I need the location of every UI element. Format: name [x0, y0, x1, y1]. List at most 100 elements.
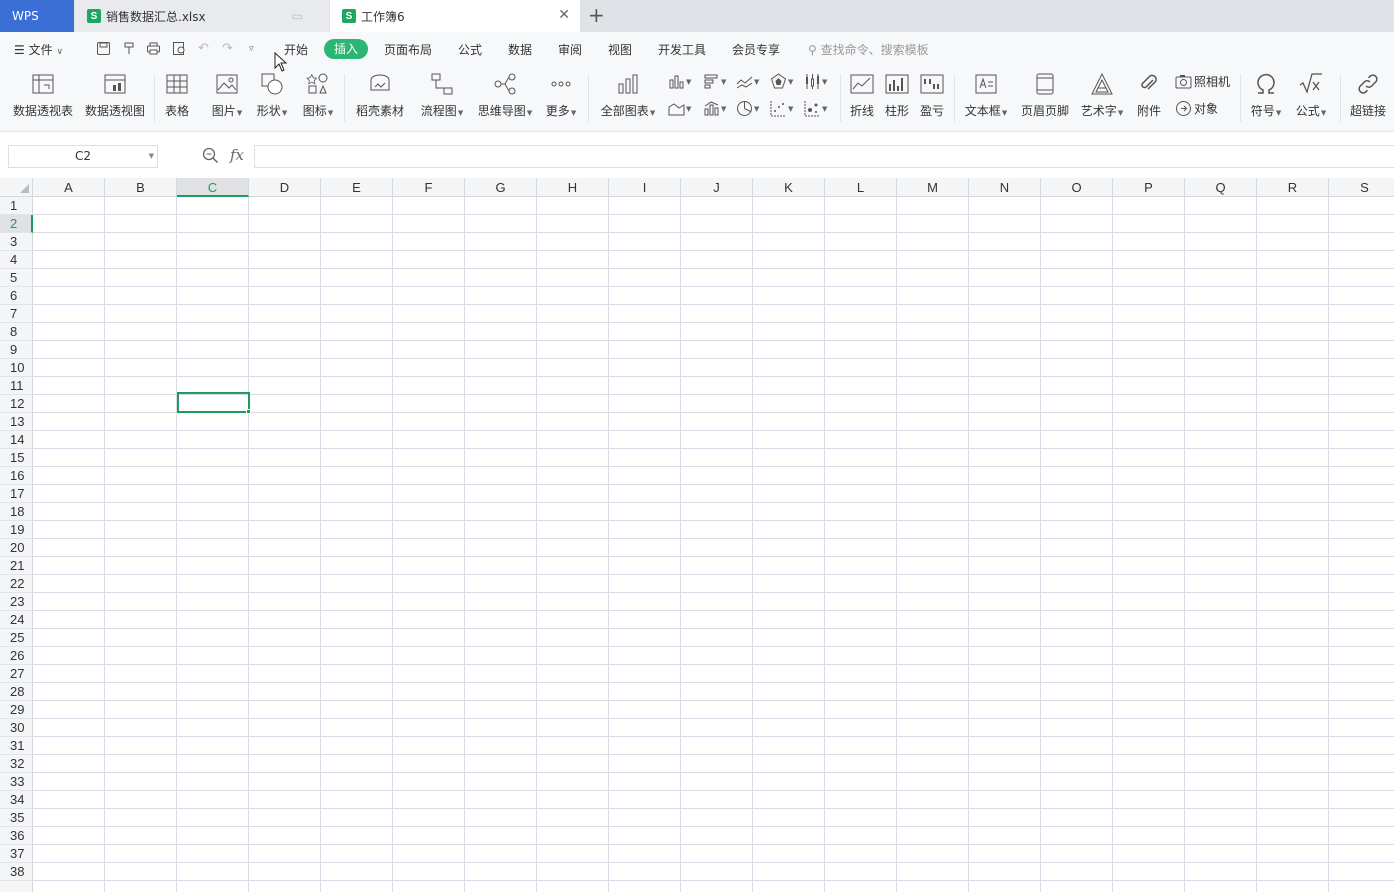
tab-sales-summary[interactable]: S 销售数据汇总.xlsx ▭ — [75, 0, 329, 32]
row-header-9[interactable]: 9 — [0, 341, 33, 359]
close-icon[interactable]: ✕ — [558, 7, 570, 23]
tab-workbook6[interactable]: S 工作簿6 ✕ — [330, 0, 580, 32]
column-chart-button[interactable]: ▼ — [668, 73, 691, 90]
menu-insert[interactable]: 插入 — [324, 39, 368, 59]
menu-page-layout[interactable]: 页面布局 — [384, 41, 432, 58]
column-header-J[interactable]: J — [681, 178, 753, 197]
materials-button[interactable]: 稻壳素材 — [354, 66, 406, 126]
row-header-4[interactable]: 4 — [0, 251, 33, 269]
row-header-3[interactable]: 3 — [0, 233, 33, 251]
area-chart-button[interactable]: ▼ — [668, 100, 691, 117]
save-icon[interactable] — [96, 41, 111, 60]
pivot-table-button[interactable]: 数据透视表 — [12, 66, 74, 126]
menu-member[interactable]: 会员专享 — [732, 41, 780, 58]
mindmap-button[interactable]: 思维导图▼ — [475, 66, 535, 126]
icon-button[interactable]: 图标▼ — [298, 66, 338, 126]
customize-toolbar-icon[interactable]: ▿ — [249, 44, 254, 54]
all-charts-button[interactable]: 全部图表▼ — [598, 66, 658, 126]
column-header-R[interactable]: R — [1257, 178, 1329, 197]
row-header-32[interactable]: 32 — [0, 755, 33, 773]
menu-review[interactable]: 审阅 — [558, 41, 582, 58]
scatter-chart-button[interactable]: ▼ — [770, 100, 793, 117]
combo-chart-button[interactable]: ▼ — [703, 100, 726, 117]
row-header-27[interactable]: 27 — [0, 665, 33, 683]
table-button[interactable]: 表格 — [163, 66, 191, 126]
file-menu[interactable]: ☰ 文件 ∨ — [14, 41, 63, 58]
column-header-O[interactable]: O — [1041, 178, 1113, 197]
column-header-G[interactable]: G — [465, 178, 537, 197]
row-header-37[interactable]: 37 — [0, 845, 33, 863]
insert-function-icon[interactable]: fx — [230, 146, 244, 164]
column-header-S[interactable]: S — [1329, 178, 1394, 197]
stock-chart-button[interactable]: ▼ — [804, 73, 827, 90]
column-header-A[interactable]: A — [33, 178, 105, 197]
column-header-D[interactable]: D — [249, 178, 321, 197]
tab-wps-home[interactable]: WPS — [0, 0, 74, 32]
flowchart-button[interactable]: 流程图▼ — [418, 66, 466, 126]
formula-input[interactable] — [254, 145, 1394, 168]
radar-chart-button[interactable]: ▼ — [770, 73, 793, 90]
column-header-Q[interactable]: Q — [1185, 178, 1257, 197]
row-header-29[interactable]: 29 — [0, 701, 33, 719]
wordart-button[interactable]: 艺术字▼ — [1078, 66, 1126, 126]
name-box[interactable]: C2 ▼ — [8, 145, 158, 168]
new-tab-button[interactable]: + — [588, 3, 605, 27]
pie-chart-button[interactable]: ▼ — [736, 100, 759, 117]
column-header-B[interactable]: B — [105, 178, 177, 197]
undo-icon[interactable]: ↶ — [198, 41, 209, 56]
row-header-6[interactable]: 6 — [0, 287, 33, 305]
row-header-25[interactable]: 25 — [0, 629, 33, 647]
picture-button[interactable]: 图片▼ — [207, 66, 247, 126]
row-header-17[interactable]: 17 — [0, 485, 33, 503]
column-header-L[interactable]: L — [825, 178, 897, 197]
sparkline-winloss-button[interactable]: 盈亏 — [917, 66, 947, 126]
command-search[interactable]: ⚲ 查找命令、搜索模板 — [808, 41, 929, 58]
column-header-I[interactable]: I — [609, 178, 681, 197]
row-header-18[interactable]: 18 — [0, 503, 33, 521]
camera-button[interactable]: 照相机 — [1175, 73, 1230, 90]
row-header-36[interactable]: 36 — [0, 827, 33, 845]
sparkline-column-button[interactable]: 柱形 — [882, 66, 912, 126]
line-chart-button[interactable]: ▼ — [736, 73, 759, 90]
row-header-22[interactable]: 22 — [0, 575, 33, 593]
menu-developer[interactable]: 开发工具 — [658, 41, 706, 58]
bubble-chart-button[interactable]: ▼ — [804, 100, 827, 117]
format-painter-icon[interactable] — [122, 41, 137, 60]
redo-icon[interactable]: ↷ — [222, 41, 233, 56]
row-header-28[interactable]: 28 — [0, 683, 33, 701]
active-cell-C2[interactable] — [177, 392, 250, 413]
sparkline-line-button[interactable]: 折线 — [847, 66, 877, 126]
row-header-19[interactable]: 19 — [0, 521, 33, 539]
row-header-13[interactable]: 13 — [0, 413, 33, 431]
row-header-33[interactable]: 33 — [0, 773, 33, 791]
row-header-16[interactable]: 16 — [0, 467, 33, 485]
row-header-5[interactable]: 5 — [0, 269, 33, 287]
row-header-8[interactable]: 8 — [0, 323, 33, 341]
pivot-chart-button[interactable]: 数据透视图 — [84, 66, 146, 126]
row-header-30[interactable]: 30 — [0, 719, 33, 737]
row-header-26[interactable]: 26 — [0, 647, 33, 665]
row-header-35[interactable]: 35 — [0, 809, 33, 827]
column-header-E[interactable]: E — [321, 178, 393, 197]
row-header-2[interactable]: 2 — [0, 215, 33, 233]
more-button[interactable]: 更多▼ — [542, 66, 580, 126]
column-header-F[interactable]: F — [393, 178, 465, 197]
shape-button[interactable]: 形状▼ — [252, 66, 292, 126]
column-header-C[interactable]: C — [177, 178, 249, 197]
column-header-M[interactable]: M — [897, 178, 969, 197]
row-header-38[interactable]: 38 — [0, 863, 33, 881]
header-footer-button[interactable]: 页眉页脚 — [1019, 66, 1071, 126]
menu-data[interactable]: 数据 — [508, 41, 532, 58]
row-header-31[interactable]: 31 — [0, 737, 33, 755]
print-preview-icon[interactable] — [172, 41, 187, 60]
row-header-21[interactable]: 21 — [0, 557, 33, 575]
object-button[interactable]: 对象 — [1175, 100, 1218, 117]
row-header-20[interactable]: 20 — [0, 539, 33, 557]
symbol-button[interactable]: 符号▼ — [1248, 66, 1284, 126]
fill-handle[interactable] — [246, 409, 251, 414]
row-header-34[interactable]: 34 — [0, 791, 33, 809]
attachment-button[interactable]: 附件 — [1134, 66, 1164, 126]
menu-view[interactable]: 视图 — [608, 41, 632, 58]
cell-area[interactable] — [33, 197, 1394, 892]
hyperlink-button[interactable]: 超链接 — [1348, 66, 1388, 126]
